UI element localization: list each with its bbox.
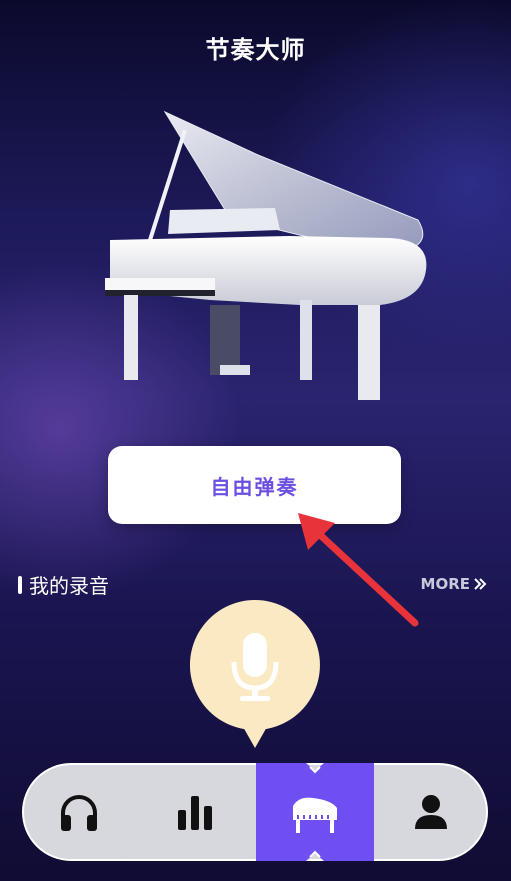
more-link[interactable]: MORE: [421, 575, 487, 593]
record-button[interactable]: [190, 600, 320, 750]
headphones-icon: [61, 795, 97, 831]
more-label: MORE: [420, 575, 470, 593]
bar-chart-icon: [178, 796, 212, 830]
tab-listen[interactable]: [24, 765, 134, 859]
bottom-nav: [22, 763, 488, 861]
tab-stats[interactable]: [140, 765, 250, 859]
tab-profile[interactable]: [376, 765, 486, 859]
tab-piano[interactable]: [256, 763, 374, 861]
piano-icon: [293, 797, 337, 833]
grand-piano-image: [105, 110, 427, 400]
user-icon: [415, 795, 447, 829]
double-chevron-right-icon: [474, 578, 487, 590]
section-indicator-bar: [18, 576, 22, 594]
recordings-title: 我的录音: [29, 574, 109, 598]
page-title: 节奏大师: [205, 36, 306, 64]
recordings-section-header: 我的录音 MORE: [18, 570, 493, 602]
